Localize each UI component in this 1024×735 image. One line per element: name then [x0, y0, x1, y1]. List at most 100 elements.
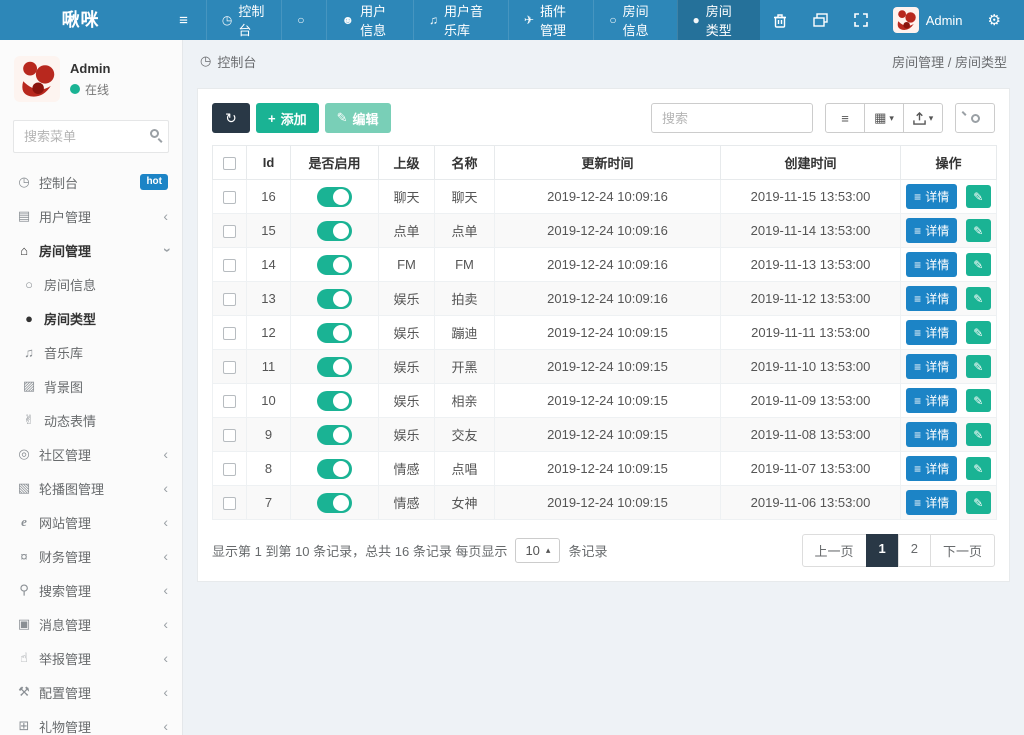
nav-item-plugins[interactable]: ✈ 插件管理 — [507, 0, 593, 40]
enabled-toggle[interactable] — [317, 288, 352, 309]
sidebar-item-room-info[interactable]: ○ 房间信息 — [0, 267, 182, 301]
sidebar-item-website[interactable]: e 网站管理 ‹ — [0, 505, 182, 539]
enabled-toggle[interactable] — [317, 424, 352, 445]
nav-item-user-info[interactable]: ☻ 用户信息 — [325, 0, 413, 40]
edit-button[interactable]: ✎ 编辑 — [324, 103, 391, 133]
select-all-checkbox[interactable] — [223, 157, 236, 171]
list-icon: ≡ — [914, 257, 922, 272]
sidebar-item-music-lib[interactable]: ♫ 音乐库 — [0, 335, 182, 369]
refresh-button[interactable]: ↻ — [212, 103, 250, 133]
row-edit-button[interactable]: ✎ — [965, 389, 991, 412]
detail-button[interactable]: ≡ 详情 — [906, 388, 958, 413]
row-checkbox[interactable] — [223, 463, 236, 477]
sidebar-item-user-mgmt[interactable]: ▤ 用户管理 ‹ — [0, 199, 182, 233]
row-checkbox[interactable] — [223, 293, 236, 307]
column-header-updated[interactable]: 更新时间 — [494, 145, 721, 180]
chevron-left-icon: ‹ — [163, 684, 168, 700]
detail-button[interactable]: ≡ 详情 — [906, 218, 958, 243]
detail-button[interactable]: ≡ 详情 — [906, 354, 958, 379]
row-checkbox[interactable] — [223, 497, 236, 511]
nav-item-user-music[interactable]: ♫ 用户音乐库 — [412, 0, 508, 40]
row-checkbox[interactable] — [223, 327, 236, 341]
row-edit-button[interactable]: ✎ — [965, 491, 991, 514]
sidebar-item-emoticons[interactable]: ✌ 动态表情 — [0, 403, 182, 437]
sidebar-item-room-mgmt[interactable]: ⌂ 房间管理 ‹ — [0, 233, 182, 267]
table-row: 12 娱乐 蹦迪 2019-12-24 10:09:15 2019-11-11 … — [212, 315, 997, 350]
detail-button[interactable]: ≡ 详情 — [906, 252, 958, 277]
nav-item-room-type[interactable]: ● 房间类型 — [676, 0, 760, 40]
column-header-id[interactable]: Id — [246, 145, 291, 180]
column-header-enabled[interactable]: 是否启用 — [290, 145, 379, 180]
column-header-parent[interactable]: 上级 — [378, 145, 435, 180]
row-edit-button[interactable]: ✎ — [965, 287, 991, 310]
prev-page-button[interactable]: 上一页 — [801, 534, 867, 567]
nav-item-room-info[interactable]: ○ 房间信息 — [593, 0, 676, 40]
row-edit-button[interactable]: ✎ — [965, 423, 991, 446]
export-button[interactable]: ▾ — [903, 103, 943, 133]
sidebar-toggle-button[interactable]: ≡ — [161, 0, 206, 40]
toggle-view-button[interactable]: ≡ — [825, 103, 865, 133]
nav-item-circle[interactable]: ○ — [281, 0, 325, 40]
search-button[interactable] — [955, 103, 995, 133]
row-checkbox[interactable] — [223, 191, 236, 205]
next-page-button[interactable]: 下一页 — [929, 534, 995, 567]
enabled-toggle[interactable] — [317, 254, 352, 275]
cogs-icon[interactable]: ⚙ — [975, 11, 1014, 29]
detail-button[interactable]: ≡ 详情 — [906, 320, 958, 345]
sidebar-item-finance[interactable]: ¤ 财务管理 ‹ — [0, 539, 182, 573]
window-restore-icon[interactable] — [800, 13, 841, 27]
detail-button[interactable]: ≡ 详情 — [906, 490, 958, 515]
sidebar-item-carousel[interactable]: ▧ 轮播图管理 ‹ — [0, 471, 182, 505]
sidebar-item-label: 网站管理 — [39, 515, 92, 531]
user-menu[interactable]: Admin — [881, 7, 975, 33]
enabled-toggle[interactable] — [317, 356, 352, 377]
fullscreen-icon[interactable] — [841, 13, 881, 27]
detail-button[interactable]: ≡ 详情 — [906, 286, 958, 311]
row-edit-button[interactable]: ✎ — [965, 321, 991, 344]
page-button-2[interactable]: 2 — [897, 534, 931, 567]
sidebar-item-reports[interactable]: ☝ 举报管理 ‹ — [0, 641, 182, 675]
nav-item-dashboard[interactable]: ◷ 控制台 — [205, 0, 281, 40]
detail-button[interactable]: ≡ 详情 — [906, 456, 958, 481]
row-checkbox[interactable] — [223, 429, 236, 443]
row-checkbox[interactable] — [223, 259, 236, 273]
page-size-select[interactable]: 10 ▴ — [515, 538, 561, 563]
sidebar-item-room-type[interactable]: ● 房间类型 — [0, 301, 182, 335]
sidebar-item-search-mgmt[interactable]: ⚲ 搜索管理 ‹ — [0, 573, 182, 607]
enabled-toggle[interactable] — [317, 492, 352, 513]
enabled-toggle[interactable] — [317, 458, 352, 479]
enabled-toggle[interactable] — [317, 322, 352, 343]
sidebar-item-gifts[interactable]: ⊞ 礼物管理 ‹ — [0, 709, 182, 735]
breadcrumb-home[interactable]: 控制台 — [217, 52, 256, 71]
sidebar-item-community[interactable]: ◎ 社区管理 ‹ — [0, 437, 182, 471]
table-search-input[interactable] — [651, 103, 813, 133]
menu-search-input[interactable] — [13, 120, 169, 153]
row-edit-button[interactable]: ✎ — [965, 219, 991, 242]
row-edit-button[interactable]: ✎ — [965, 457, 991, 480]
dashboard-icon: ◷ — [200, 53, 212, 68]
trash-icon[interactable] — [760, 13, 800, 28]
page-button-1[interactable]: 1 — [865, 534, 899, 567]
detail-button[interactable]: ≡ 详情 — [906, 184, 958, 209]
enabled-toggle[interactable] — [317, 186, 352, 207]
sidebar-item-background[interactable]: ▨ 背景图 — [0, 369, 182, 403]
row-edit-button[interactable]: ✎ — [965, 253, 991, 276]
search-icon — [150, 129, 159, 138]
sidebar-item-messages[interactable]: ▣ 消息管理 ‹ — [0, 607, 182, 641]
detail-button[interactable]: ≡ 详情 — [906, 422, 958, 447]
columns-button[interactable]: ▦ ▾ — [864, 103, 904, 133]
row-checkbox[interactable] — [223, 395, 236, 409]
avatar[interactable] — [14, 56, 60, 102]
column-header-created[interactable]: 创建时间 — [720, 145, 901, 180]
row-edit-button[interactable]: ✎ — [965, 355, 991, 378]
add-button[interactable]: + 添加 — [256, 103, 319, 133]
row-checkbox[interactable] — [223, 361, 236, 375]
row-edit-button[interactable]: ✎ — [965, 185, 991, 208]
sidebar-item-label: 礼物管理 — [39, 719, 92, 735]
enabled-toggle[interactable] — [317, 390, 352, 411]
enabled-toggle[interactable] — [317, 220, 352, 241]
column-header-name[interactable]: 名称 — [434, 145, 495, 180]
sidebar-item-dashboard[interactable]: ◷ 控制台 hot — [0, 165, 182, 199]
row-checkbox[interactable] — [223, 225, 236, 239]
sidebar-item-config[interactable]: ⚒ 配置管理 ‹ — [0, 675, 182, 709]
